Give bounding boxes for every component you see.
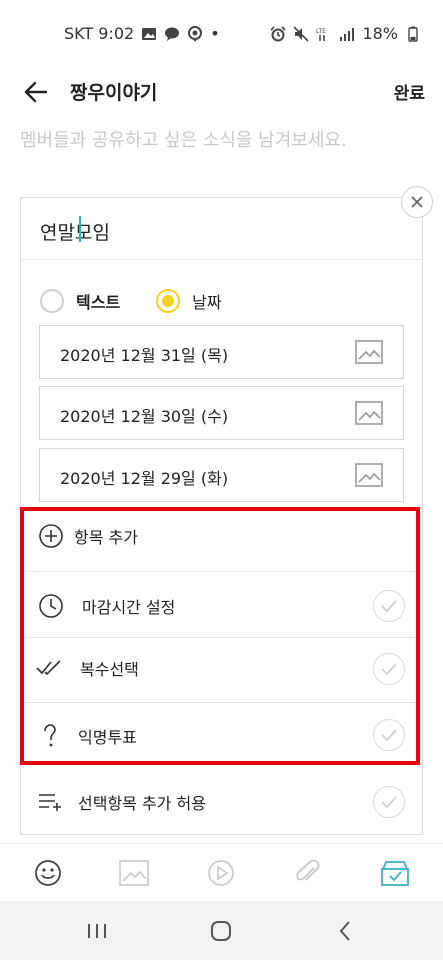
- status-bar: SKT 9:02 • LTE 18%: [0, 0, 443, 66]
- radio-date[interactable]: [156, 289, 181, 313]
- emoticon-button[interactable]: [33, 858, 63, 888]
- radio-date-label[interactable]: 날짜: [192, 289, 221, 313]
- text-cursor: [79, 216, 81, 242]
- lte-icon: LTE: [316, 28, 327, 41]
- home-button[interactable]: [206, 919, 236, 943]
- system-navigation-bar: [0, 901, 443, 960]
- vote-type-selector: 텍스트 날짜: [40, 288, 222, 314]
- allow-add-option[interactable]: 선택항목 추가 허용: [24, 786, 416, 818]
- highlight-box: [20, 507, 420, 765]
- smiley-icon: [35, 860, 61, 886]
- app-bar: 짱우이야기 완료: [0, 66, 443, 118]
- vote-item-1[interactable]: 2020년 12월 31일 (목): [39, 325, 404, 379]
- signal-icon: [340, 27, 355, 41]
- title-divider: [20, 259, 423, 260]
- post-hint-text: 멤버들과 공유하고 싶은 소식을 남겨보세요.: [20, 130, 347, 151]
- check-icon: [381, 796, 397, 809]
- recent-apps-icon: [88, 924, 106, 938]
- arrow-left-icon: [24, 81, 48, 103]
- play-circle-icon: [208, 860, 234, 886]
- svg-text:LTE: LTE: [316, 28, 326, 35]
- image-icon[interactable]: [355, 340, 383, 364]
- status-dot: •: [210, 24, 220, 43]
- vote-title-input[interactable]: 연말모임: [40, 218, 110, 245]
- gallery-notification-icon: [142, 27, 157, 40]
- recent-apps-button[interactable]: [82, 919, 112, 943]
- done-button[interactable]: 완료: [394, 79, 425, 104]
- allow-add-toggle[interactable]: [373, 786, 405, 818]
- chevron-left-icon: [339, 921, 350, 941]
- back-button[interactable]: [18, 74, 54, 110]
- ballot-box-icon: [381, 861, 409, 886]
- battery-icon: [408, 26, 418, 42]
- vote-item-text: 2020년 12월 30일 (수): [60, 407, 229, 426]
- system-back-button[interactable]: [330, 919, 360, 943]
- image-icon[interactable]: [355, 463, 383, 487]
- vote-item-3[interactable]: 2020년 12월 29일 (화): [39, 448, 404, 502]
- alarm-icon: [270, 25, 287, 41]
- radio-text[interactable]: [40, 289, 64, 313]
- allow-add-label: 선택항목 추가 허용: [78, 794, 206, 813]
- close-vote-button[interactable]: [401, 186, 433, 218]
- mute-icon: [293, 25, 310, 42]
- page-title: 짱우이야기: [70, 82, 158, 104]
- list-add-icon: [39, 794, 61, 811]
- attach-button[interactable]: [293, 858, 323, 888]
- close-icon: [411, 196, 423, 208]
- image-icon: [119, 860, 149, 886]
- video-button[interactable]: [206, 858, 236, 888]
- vote-item-text: 2020년 12월 29일 (화): [60, 469, 229, 488]
- home-icon: [211, 921, 231, 941]
- paperclip-icon: [296, 859, 320, 881]
- image-icon[interactable]: [355, 401, 383, 425]
- vote-item-2[interactable]: 2020년 12월 30일 (수): [39, 386, 404, 440]
- talk-notification-icon: [165, 27, 180, 41]
- vote-item-text: 2020년 12월 31일 (목): [60, 346, 229, 365]
- radio-text-label[interactable]: 텍스트: [76, 289, 120, 313]
- location-notification-icon: [188, 25, 203, 42]
- photo-button[interactable]: [119, 858, 149, 888]
- vote-button[interactable]: [380, 858, 410, 888]
- composer-toolbar: [0, 843, 443, 901]
- carrier-time: SKT 9:02: [64, 24, 135, 43]
- status-left: SKT 9:02 •: [64, 24, 220, 43]
- battery-percent: 18%: [362, 24, 398, 43]
- status-right: LTE 18%: [270, 24, 421, 43]
